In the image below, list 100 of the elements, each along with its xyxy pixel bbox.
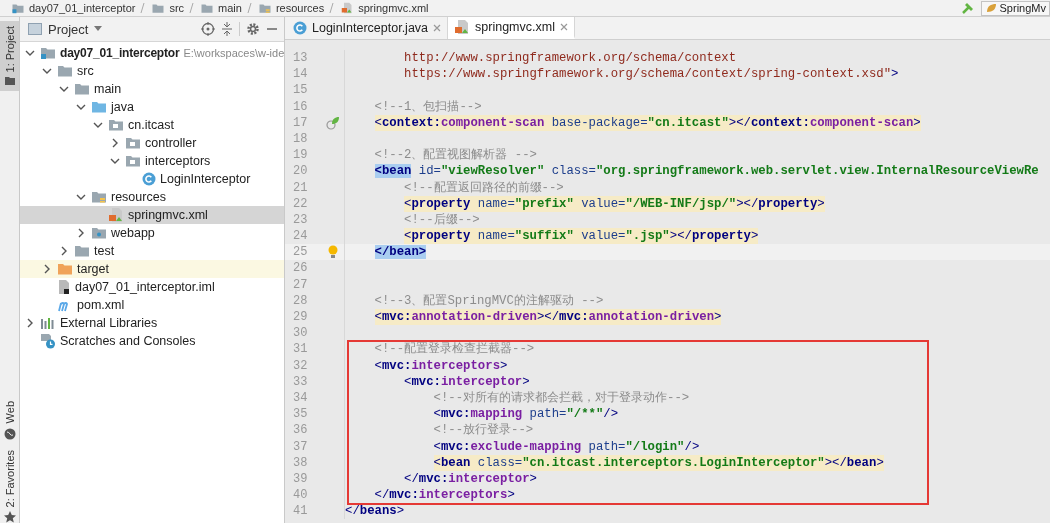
code-line: <mvc:mapping path="/**"/> [433,406,619,423]
line-number: 35 [292,406,309,423]
line-number: 20 [292,163,309,180]
run-config-button[interactable]: SpringMv [980,0,1050,16]
line-number: 15 [292,82,309,99]
code-line: http://www.springframework.org/schema/context [404,50,737,67]
tool-window-tab[interactable]: 2: Favorites [0,444,19,523]
tree-item[interactable]: main [94,82,122,96]
tree-item[interactable]: Scratches and Consoles [60,334,196,348]
tree-item[interactable]: External Libraries [60,316,158,330]
resources-folder-icon [91,190,107,204]
folder-icon [199,2,216,14]
breadcrumb-item[interactable]: main [218,2,242,14]
code-line: </mvc:interceptor> [404,470,537,488]
tree-item[interactable]: controller [145,136,197,150]
tree-item[interactable]: webapp [111,226,155,240]
tree-item[interactable]: target [77,262,109,276]
folder-icon [74,82,90,96]
tree-item[interactable]: LoginInterceptor [160,172,251,186]
folder-icon [150,2,167,14]
code-line: https://www.springframework.org/schema/context/spring-context.xsd"> [404,66,899,83]
tree-item[interactable]: java [111,100,134,114]
close-icon[interactable] [559,22,568,31]
hammer-icon [960,1,975,15]
line-number: 29 [292,309,309,326]
folder-icon [3,76,16,87]
tree-item[interactable]: src [77,64,94,78]
code-line: <!--配置返回路径的前缀--> [404,179,564,196]
tree-item[interactable]: pom.xml [77,298,125,312]
lightbulb-icon [328,245,338,260]
line-number: 13 [292,50,309,67]
class-icon [293,21,307,35]
panel-icon [28,23,42,35]
code-line: <!--对所有的请求都会拦截，对于登录动作--> [433,389,690,407]
globe-icon [3,427,16,440]
line-number: 18 [292,130,309,148]
package-folder-icon [125,136,141,150]
tool-window-tab[interactable]: Web [0,396,19,445]
web-folder-icon [91,226,107,240]
line-number: 31 [292,341,309,358]
line-number: 26 [292,260,309,277]
folder-icon [74,244,90,258]
tree-item[interactable]: resources [111,190,166,204]
separator-icon [329,2,335,14]
line-number: 23 [292,211,309,229]
separator-icon [140,2,146,14]
breadcrumb-item[interactable]: springmvc.xml [358,2,429,14]
line-number: 36 [292,422,309,439]
separator-icon [189,2,195,14]
tree-item[interactable]: cn.itcast [128,118,174,132]
line-number: 30 [292,325,309,342]
panel-title[interactable]: Project [48,21,89,37]
line-number: 33 [292,373,309,390]
line-number: 14 [292,66,309,83]
star-icon [3,511,16,523]
tree-item[interactable]: test [94,244,115,258]
line-number: 21 [292,179,309,196]
line-number: 40 [292,487,309,504]
package-folder-icon [125,154,141,168]
library-icon [40,316,56,330]
code-line: </beans> [345,503,405,520]
line-number: 32 [292,357,309,374]
tree-item[interactable]: day07_01_interceptor [60,46,180,60]
line-number: 16 [292,98,309,115]
tree-item[interactable]: springmvc.xml [128,208,208,222]
line-number: 22 [292,195,309,212]
breadcrumb-item[interactable]: resources [275,2,325,14]
line-number: 41 [292,503,309,520]
tree-item[interactable]: day07_01_interceptor.iml [75,280,215,294]
code-line: <mvc:interceptor> [404,373,530,390]
code-line: <!--1、包扫描--> [374,98,482,115]
code-line: </mvc:interceptors> [374,487,515,504]
separator-icon [246,2,252,14]
code-line: <bean id="viewResolver" class="org.springframework.web.servlet.view.InternalResourceViewRe [374,163,1039,180]
code-line: <!--3、配置SpringMVC的注解驱动 --> [374,292,604,309]
tool-window-tab[interactable]: 1: Project [0,21,19,92]
file-icon [57,279,71,295]
line-number: 17 [292,114,309,131]
line-number: 39 [292,470,309,488]
spring-bean-icon [326,115,340,130]
leaf-icon [984,2,997,14]
tree-item[interactable]: interceptors [145,154,211,168]
caret-icon [94,26,103,32]
module-folder-icon [10,2,26,14]
close-icon[interactable] [433,24,442,32]
settings-icon [246,22,260,36]
code-line: <mvc:exclude-mapping path="/login"/> [433,438,700,455]
code-line: <!--2、配置视图解析器 --> [374,147,537,164]
line-number: 28 [292,292,309,309]
locate-icon [201,22,215,36]
line-number: 19 [292,147,309,164]
xml-file-icon [454,18,471,35]
line-number: 27 [292,276,309,293]
folder-icon [57,262,73,276]
module-path: E:\workspaces\w-ide [183,47,284,59]
editor-tab[interactable]: springmvc.xml [448,17,575,39]
package-folder-icon [108,118,124,132]
module-folder-icon [40,46,56,60]
breadcrumb-item[interactable]: day07_01_interceptor [29,2,136,14]
breadcrumb-item[interactable]: src [169,2,185,14]
